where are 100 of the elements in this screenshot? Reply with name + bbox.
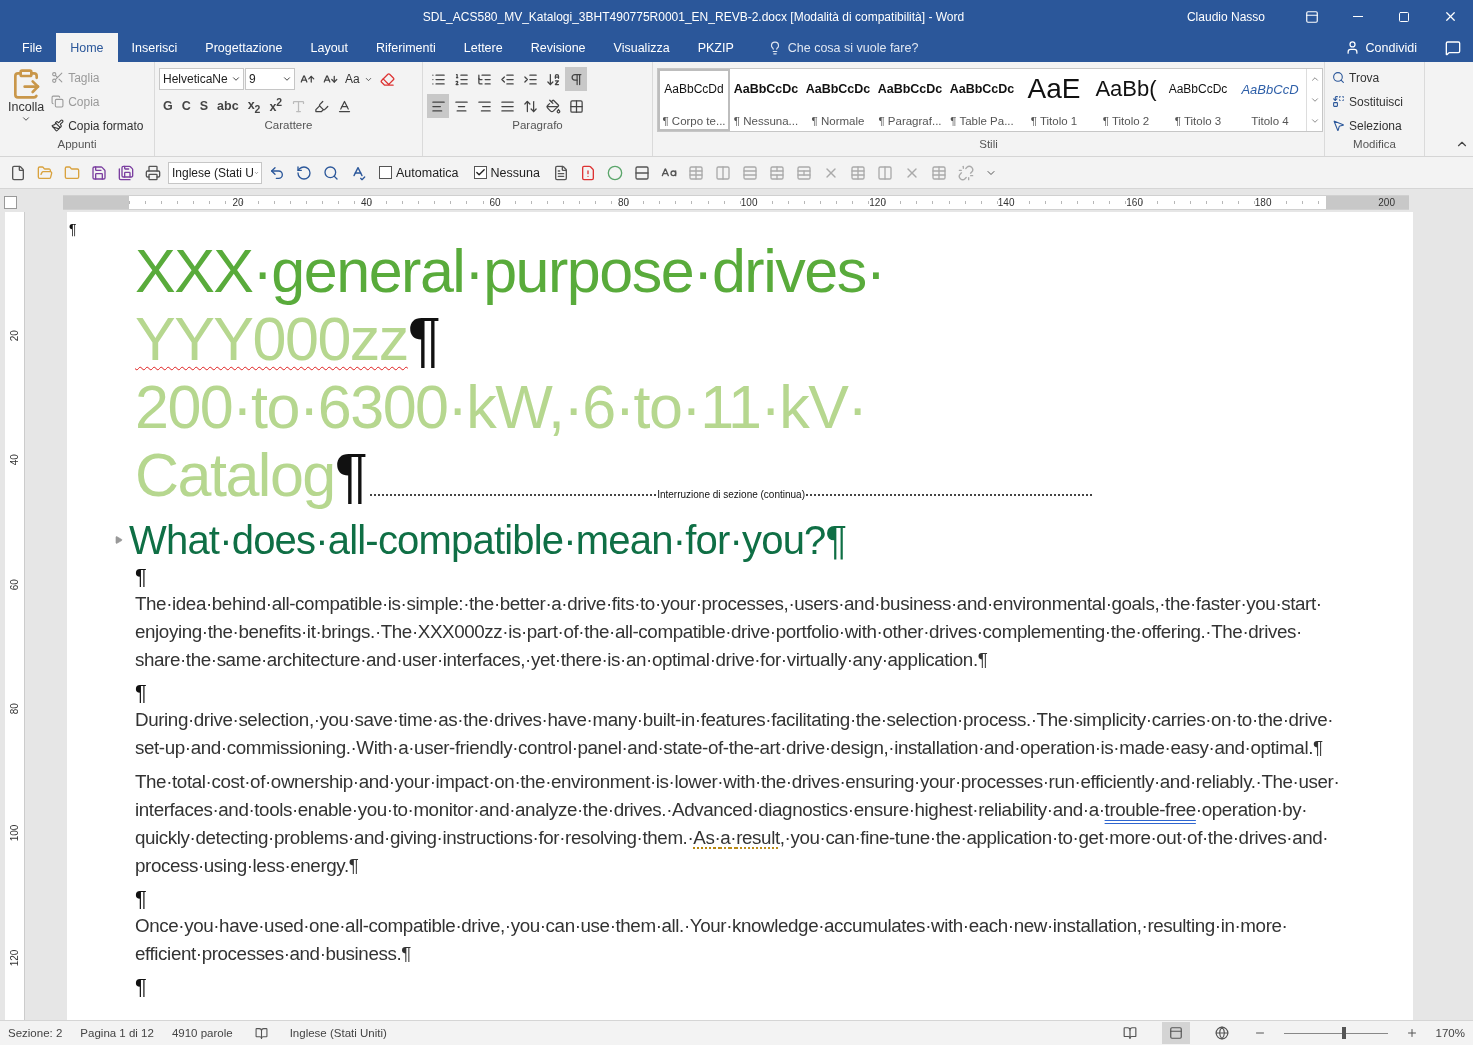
plus-icon [1405,1027,1418,1039]
unlink-icon [957,164,974,181]
table-icon [930,164,947,181]
collapse-triangle-icon[interactable] [115,536,123,544]
decrease-indent-icon [499,71,515,87]
scissors-icon [51,71,65,84]
ribbon-tab[interactable]: Revisione [516,33,600,62]
tab-selector[interactable] [4,196,17,209]
zoom-level[interactable]: 170% [1435,1027,1465,1039]
align-icon [499,98,515,114]
ribbon-tab[interactable]: Lettere [449,33,517,62]
view-icon [1168,1026,1183,1040]
tell-me-field[interactable]: Che cosa si vuole fare? [761,33,925,62]
status-language[interactable]: Inglese (Stati Uniti) [289,1027,387,1039]
ruler-number: 140 [996,196,1015,209]
show-marks-button[interactable] [565,67,587,91]
checkbox[interactable] [473,166,487,179]
ribbon-tab[interactable]: PKZIP [683,33,748,62]
table-icon [849,164,866,181]
maximize-icon [1398,10,1410,23]
proofing-icon [254,1026,268,1040]
group-label: Modifica [1352,138,1397,152]
numbered-list-icon [453,71,469,87]
body-paragraph: The·total·cost·of·ownership·and·your·impact·on·the·environment·is·lower·with·the·drives·ensuring·your·processes·run·efficiently·and·reliably.·The·user·interfaces·and·tools·enable·you·to·monitor·and·analyze·the·drives.·Advanced·diagnostics·ensure·highest·reliability·and·a·trouble-free·operation·by·quickly·detecting·problems·and·giving·instructions·for·resolving·them.·As·a·result,·you·can·fine-tune·the·application·to·get·more·out·of·the·drives·and·process·using·less·energy.¶ [135,770,1341,878]
align-button[interactable] [427,94,449,118]
align-icon [476,98,492,114]
document-title: XXX·general·purpose·drives· [135,236,885,306]
print-layout-button[interactable] [1161,1022,1190,1044]
ruler-number: 100 [739,196,758,209]
circle-icon [606,164,623,181]
print-icon [145,164,161,181]
paragraph-mark: ¶ [135,564,148,590]
zoom-thumb[interactable] [1341,1027,1346,1039]
group-label: Carattere [263,119,314,133]
copy-icon [51,95,65,108]
checkbox-label: Nessuna [490,165,540,180]
format-button[interactable]: G [159,94,177,118]
pilcrow-icon [568,71,584,87]
new-document-icon [10,164,26,181]
user-name: Claudio Nasso [1186,9,1265,24]
format-button[interactable]: x$^{2}$ [265,94,287,118]
open-folder-icon [37,164,53,181]
ribbon-tab[interactable]: Riferimenti [362,33,450,62]
ruler-number: 40 [8,453,21,469]
ruler-number: 60 [488,196,501,209]
document-warning-icon [579,164,596,181]
status-text: Pagina 1 di 12 [80,1027,154,1039]
ribbon-tab[interactable]: Progettazione [191,33,297,62]
view-icon [1122,1026,1137,1040]
replace-icon [1332,95,1345,108]
clipboard-button[interactable]: Copia formato [48,114,147,137]
ribbon-tab[interactable]: Layout [296,33,362,62]
change-case-button[interactable]: Aa [342,67,376,91]
ribbon-tab[interactable]: Visualizza [599,33,684,62]
ruler-number: 40 [359,196,372,209]
format-button[interactable]: C [177,94,195,118]
checkbox-label: Automatica [396,165,459,180]
font-name-field[interactable]: HelveticaNe [159,68,244,90]
ribbon-tab[interactable]: Home [56,33,118,62]
paragraph-mark: ¶ [69,221,77,237]
zoom-in-button[interactable] [1405,1027,1418,1039]
paint-bucket-icon [545,98,561,114]
format-button[interactable]: x$_{2}$ [243,94,265,118]
highlighter-icon [313,98,329,114]
format-button[interactable]: abc [213,94,243,118]
paragraph-mark: ¶ [334,440,369,510]
editing-button[interactable]: Seleziona [1329,114,1420,137]
language-field[interactable]: Inglese (Stati U [168,161,262,184]
paragraph-mark: ¶ [135,974,148,1000]
group-label: Appunti [56,138,98,152]
document-icon [552,164,569,181]
body-paragraph: Once·you·have·used·one·all-compatible·drive,·you·can·use·them·all.·Your·knowledge·accumulates·with·each·new·installation,·resulting·in·more·efficient·processes·and·business.¶ [135,914,1289,966]
sort-icon [545,71,561,87]
checkbox[interactable] [379,166,392,179]
style-item[interactable]: AaBbCcDd ¶ Corpo te... [658,69,730,131]
ruler-number: 180 [1253,196,1272,209]
window-title: SDL_ACS580_MV_Katalogi_3BHT490775R0001_EN_REVB-2.docx [Modalità di compatibilità] - Word [421,9,966,24]
redo-icon [296,164,312,181]
body-paragraph: The·idea·behind·all-compatible·is·simple:·the·better·a·drive·fits·to·your·processes,·users·and·business·and·environmental·goals,·the·faster·you·start·enjoying·the·benefits·it·brings.·The·XXX000zz·is·part·of·the·all-compatible·drive·portfolio·with·other·drives·complementing·the·offering.·The·drives·share·the·same·architecture·and·user·interfaces,·yet·there·is·an·optimal·drive·for·virtually·any·application.¶ [135,592,1323,672]
pointer-icon [1332,119,1345,132]
share-button[interactable]: Condividi [1338,33,1423,62]
editing-button[interactable]: Trova [1329,66,1420,89]
status-text: 4910 parole [171,1027,233,1039]
save-all-icon [118,164,134,181]
increase-indent-icon [522,71,538,87]
group-label: Stili [978,138,999,152]
editing-button[interactable]: Sostituisci [1329,90,1420,113]
folder-icon [64,164,80,181]
format-button[interactable]: S [195,94,213,118]
font-size-field[interactable]: 9 [245,68,295,90]
search-icon [323,164,339,181]
document-title: YYY000zz [135,305,408,374]
align-icon [453,98,469,114]
paste-button[interactable]: Incolla [4,66,49,138]
ruler-number: 160 [1125,196,1143,209]
rows-icon [633,164,650,181]
ruler-number: 80 [616,196,629,209]
ribbon-tab[interactable]: Inserisci [117,33,192,62]
align-icon [430,98,446,114]
ribbon-tab[interactable]: File [8,33,57,62]
